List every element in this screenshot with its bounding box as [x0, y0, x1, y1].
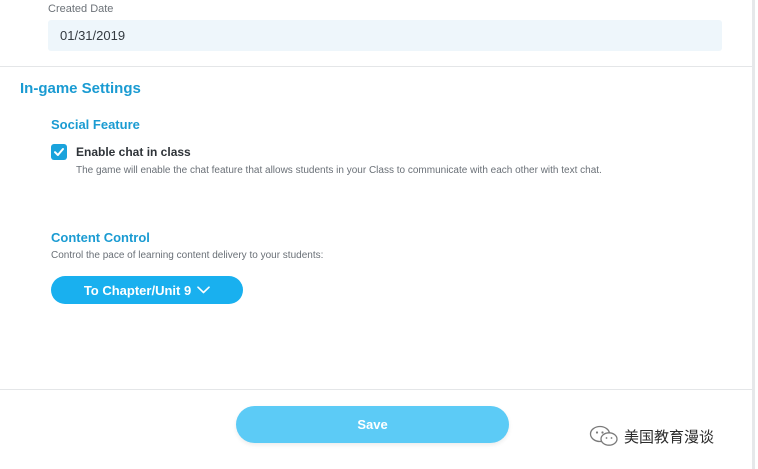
- chapter-unit-dropdown[interactable]: To Chapter/Unit 9: [51, 276, 243, 304]
- enable-chat-label[interactable]: Enable chat in class: [76, 145, 191, 159]
- panel-right-border: [752, 0, 755, 469]
- settings-panel: Created Date 01/31/2019 In-game Settings…: [0, 0, 752, 469]
- created-date-field: 01/31/2019: [48, 20, 722, 51]
- enable-chat-checkbox[interactable]: [51, 144, 67, 160]
- section-divider-bottom: [0, 389, 752, 390]
- content-control-title: Content Control: [51, 230, 150, 245]
- chapter-unit-dropdown-label: To Chapter/Unit 9: [83, 282, 192, 298]
- save-button[interactable]: Save: [236, 406, 509, 443]
- wechat-logo-icon: [589, 425, 618, 446]
- enable-chat-description: The game will enable the chat feature th…: [76, 165, 602, 176]
- watermark-text: 美国教育漫谈: [624, 427, 715, 446]
- social-feature-title: Social Feature: [51, 117, 140, 132]
- in-game-settings-title: In-game Settings: [20, 80, 141, 97]
- section-divider-top: [0, 66, 752, 67]
- content-control-description: Control the pace of learning content del…: [51, 250, 324, 261]
- watermark: 美国教育漫谈: [589, 425, 714, 447]
- chevron-down-icon: [197, 286, 210, 294]
- checkmark-icon: [54, 148, 64, 156]
- created-date-label: Created Date: [48, 3, 114, 15]
